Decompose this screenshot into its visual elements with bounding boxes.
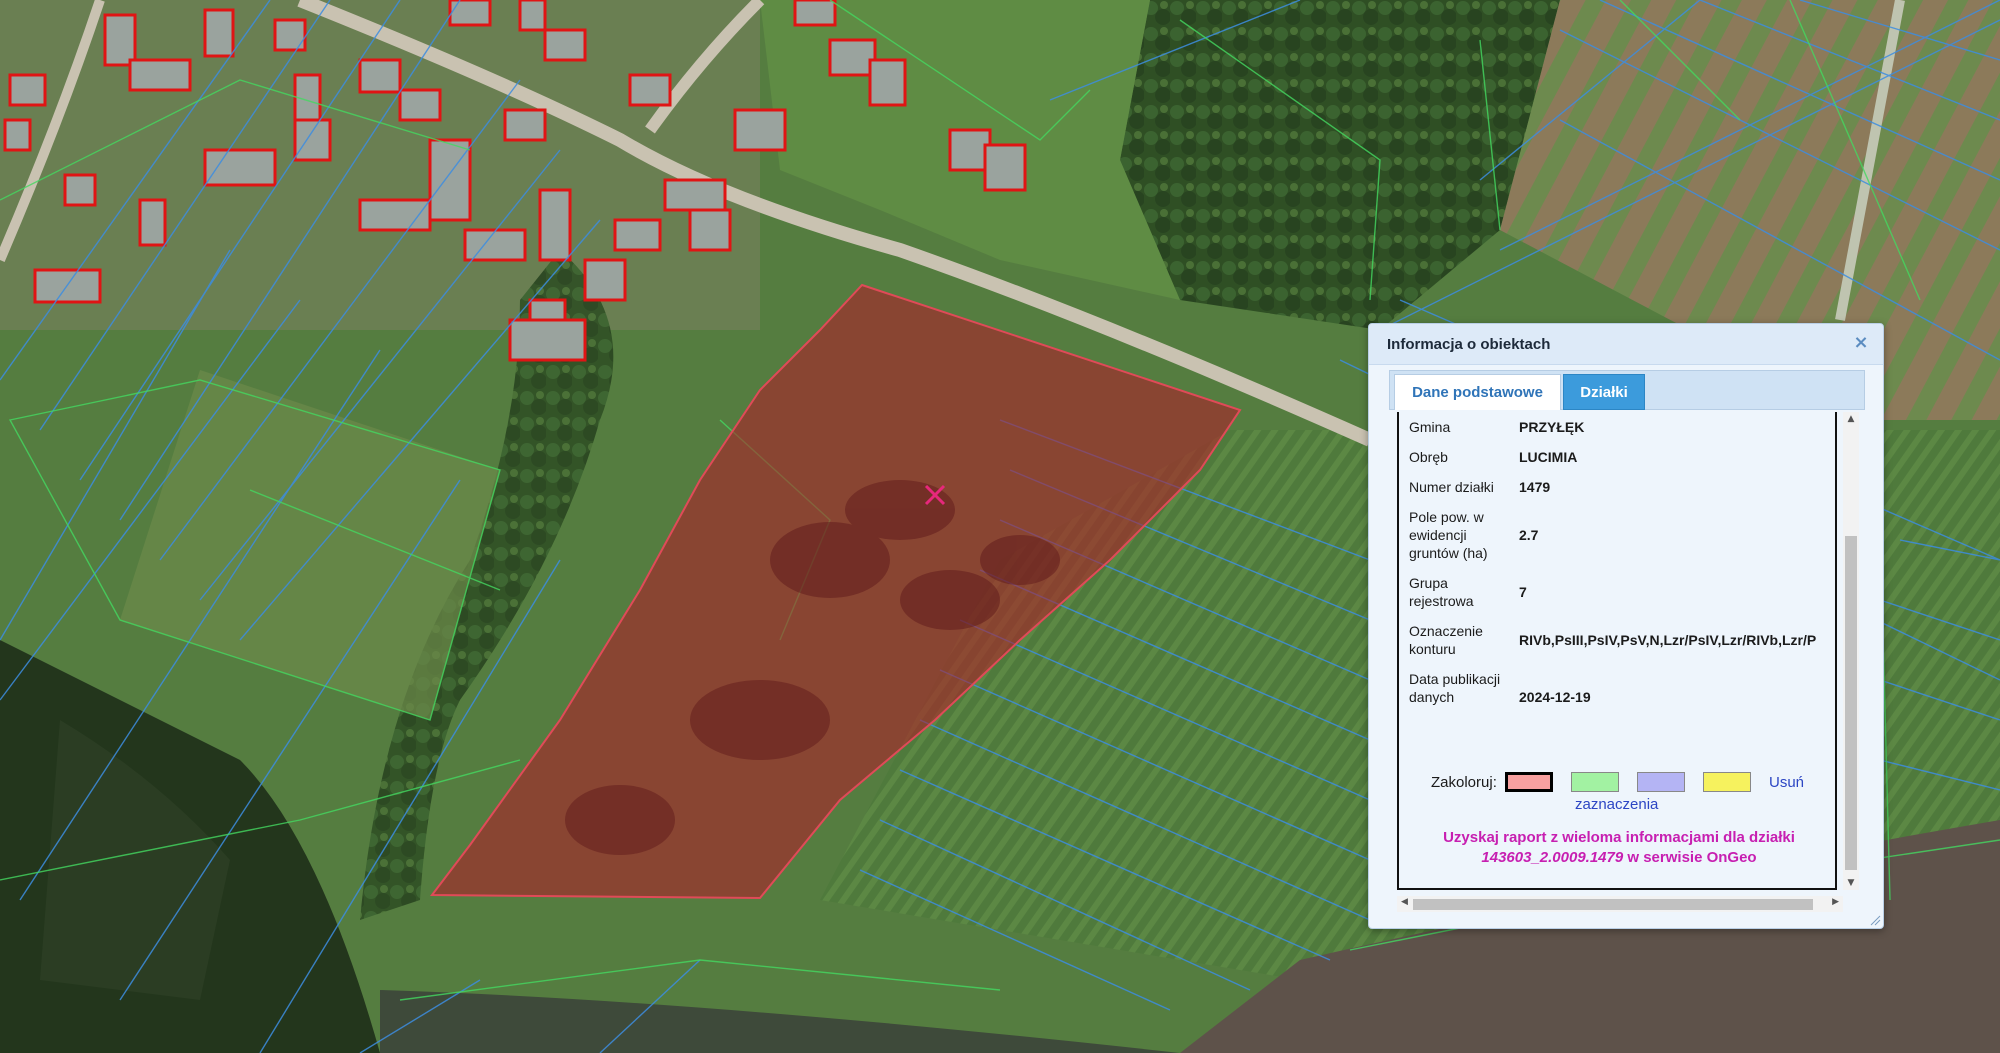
resize-handle-icon[interactable] [1869,914,1881,926]
tab-dzialki[interactable]: Działki [1563,374,1645,410]
ongeo-report-link[interactable]: Uzyskaj raport z wieloma informacjami dl… [1399,828,1835,868]
row-label: Oznaczenie konturu [1409,623,1483,657]
tab-dane-podstawowe[interactable]: Dane podstawowe [1394,374,1561,410]
report-line1: Uzyskaj raport z wieloma informacjami dl… [1443,829,1795,846]
row-value: 1479 [1519,479,1551,495]
row-label: Numer działki [1409,479,1494,495]
row-value: 7 [1519,584,1527,600]
swatch-green[interactable] [1571,772,1619,792]
horizontal-scrollbar[interactable]: ◀ ▶ [1397,896,1843,912]
row-label: Obręb [1409,449,1448,465]
clear-selection-link[interactable]: Usuń [1769,774,1804,791]
close-icon[interactable]: × [1851,333,1871,353]
row-value: RIVb,PsIII,PsIV,PsV,N,Lzr/PsIV,Lzr/RIVb,… [1519,632,1817,648]
report-line2: 143603_2.0009.1479 w serwisie OnGeo [1399,848,1835,868]
row-value: 2.7 [1519,527,1539,543]
tab-bar: Dane podstawowe Działki [1389,370,1865,410]
row-label: Data publikacji danych [1409,671,1501,705]
swatch-yellow[interactable] [1703,772,1751,792]
swatch-blue[interactable] [1637,772,1685,792]
scroll-up-icon[interactable]: ▲ [1843,414,1859,424]
row-value: 2024-12-19 [1519,689,1591,705]
swatch-red[interactable] [1505,772,1553,792]
scroll-left-icon[interactable]: ◀ [1401,897,1408,907]
row-label: Grupa rejestrowa [1409,575,1474,609]
object-info-popup: Informacja o obiektach × Dane podstawowe… [1368,323,1884,929]
parcel-info-panel: Gmina PRZYŁĘK Obręb LUCIMIA Numer działk… [1397,412,1837,890]
clear-selection-link-2[interactable]: zaznaczenia [1575,796,1658,813]
popup-title: Informacja o obiektach [1387,336,1551,353]
colorize-row: Zakoloruj: Usuń zaznaczenia [1399,766,1835,813]
popup-header: Informacja o obiektach × [1369,324,1883,365]
scroll-right-icon[interactable]: ▶ [1832,897,1839,907]
colorize-label: Zakoloruj: [1431,774,1497,791]
report-suffix: w serwisie OnGeo [1623,849,1757,866]
vertical-scrollbar[interactable]: ▲ ▼ [1843,412,1859,890]
report-parcel-id: 143603_2.0009.1479 [1481,849,1624,866]
row-label: Pole pow. w ewidencji gruntów (ha) [1409,509,1488,561]
row-label: Gmina [1409,419,1451,435]
row-value: LUCIMIA [1519,449,1578,465]
horizontal-scroll-thumb[interactable] [1413,899,1813,910]
row-value: PRZYŁĘK [1519,419,1585,435]
scroll-down-icon[interactable]: ▼ [1843,878,1859,888]
vertical-scroll-thumb[interactable] [1845,536,1857,870]
